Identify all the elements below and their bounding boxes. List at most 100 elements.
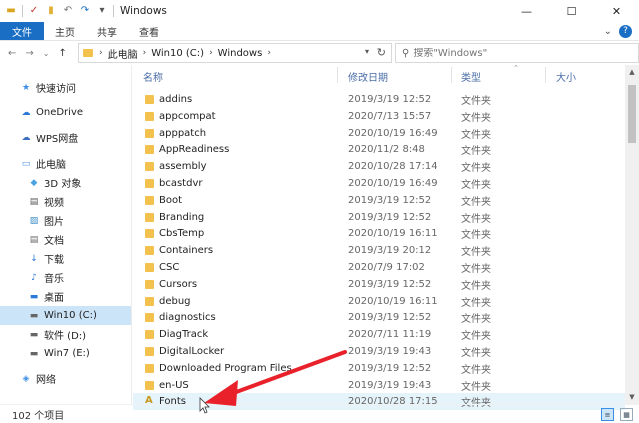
file-row[interactable]: Downloaded Program Files 2019/3/19 12:52 文… (133, 360, 625, 377)
folder-icon (145, 279, 154, 289)
search-box[interactable]: ⚲ (395, 43, 639, 63)
file-row[interactable]: AppReadiness 2020/11/2 8:48 文件夹 (133, 141, 625, 158)
breadcrumb-separator: › (142, 48, 147, 58)
file-name: bcastdvr (159, 178, 203, 189)
sidebar-item-label: 下载 (44, 255, 64, 266)
address-dropdown-icon[interactable]: ▾ (365, 47, 369, 56)
sidebar-item[interactable]: ▨ 图片 (0, 211, 131, 230)
sidebar-item[interactable]: ★ 快速访问 (0, 78, 131, 97)
file-modified-date: 2019/3/19 12:52 (348, 312, 432, 324)
up-button[interactable]: ↑ (58, 48, 66, 59)
folder-icon (145, 212, 154, 222)
file-type: 文件夹 (461, 163, 491, 175)
column-header-size[interactable]: 大小 (556, 69, 576, 84)
file-name: Downloaded Program Files (159, 362, 292, 374)
sidebar-item[interactable]: ▬ Win7 (E:) (0, 344, 131, 363)
file-row[interactable]: bcastdvr 2020/10/19 16:49 文件夹 (133, 175, 625, 192)
dropdown-icon[interactable]: ▾ (96, 5, 108, 17)
sidebar-item[interactable]: ▤ 视频 (0, 192, 131, 211)
breadcrumb-drive-c[interactable]: Win10 (C:) (151, 48, 204, 59)
folder-icon (145, 363, 154, 373)
sidebar-item[interactable]: ▤ 文档 (0, 230, 131, 249)
refresh-button[interactable]: ↻ (377, 46, 386, 59)
recent-locations-button[interactable]: ⌄ (43, 49, 50, 58)
file-name: DigitalLocker (159, 346, 225, 357)
sidebar-item-label: OneDrive (36, 107, 84, 118)
file-row[interactable]: debug 2020/10/19 16:11 文件夹 (133, 293, 625, 310)
file-name: AppReadiness (159, 144, 230, 156)
column-header-name[interactable]: 名称 (143, 69, 163, 84)
file-row[interactable]: appcompat 2020/7/13 15:57 文件夹 (133, 108, 625, 125)
sidebar-item[interactable]: ▭ 此电脑 (0, 154, 131, 173)
breadcrumb-windows[interactable]: Windows (218, 48, 263, 59)
file-row[interactable]: assembly 2020/10/28 17:14 文件夹 (133, 158, 625, 175)
help-icon[interactable]: ? (619, 24, 632, 38)
sidebar-item[interactable]: ♪ 音乐 (0, 268, 131, 287)
file-row[interactable]: DigitalLocker 2019/3/19 19:43 文件夹 (133, 343, 625, 360)
file-row[interactable]: en-US 2019/3/19 19:43 文件夹 (133, 377, 625, 394)
scroll-down-icon[interactable]: ▼ (625, 390, 639, 404)
back-button[interactable]: ← (8, 48, 16, 59)
undo-icon[interactable]: ↶ (62, 5, 74, 17)
item-count: 102 个项目 (12, 410, 65, 422)
sidebar-item[interactable]: ▬ 桌面 (0, 287, 131, 306)
column-divider[interactable] (451, 67, 452, 83)
file-row[interactable]: Cursors 2019/3/19 12:52 文件夹 (133, 276, 625, 293)
file-name: diagnostics (159, 312, 216, 324)
scroll-up-icon[interactable]: ▲ (625, 65, 639, 79)
maximize-button[interactable]: ☐ (549, 0, 594, 22)
file-name: debug (159, 295, 191, 307)
properties-icon[interactable]: ✓ (28, 5, 40, 17)
file-row[interactable]: Branding 2019/3/19 12:52 文件夹 (133, 209, 625, 226)
sidebar-item[interactable]: ☁ OneDrive (0, 103, 131, 122)
sidebar-item[interactable]: ☁ WPS网盘 (0, 128, 131, 147)
new-folder-icon[interactable]: ▮ (45, 5, 57, 17)
file-row[interactable]: Containers 2019/3/19 20:12 文件夹 (133, 242, 625, 259)
address-bar[interactable]: › 此电脑 › Win10 (C:) › Windows › ▾ ↻ (78, 43, 392, 63)
window-controls: — ☐ ✕ (504, 0, 639, 22)
toolbar-divider (113, 5, 114, 17)
details-view-icon[interactable]: ≡ (601, 408, 614, 421)
sidebar-item[interactable]: ◈ 网络 (0, 369, 131, 388)
quick-access-toolbar: ▬ ✓ ▮ ↶ ↷ ▾ (0, 0, 114, 22)
file-modified-date: 2019/3/19 20:12 (348, 245, 432, 257)
column-header-type[interactable]: 类型 (461, 69, 481, 84)
tab-view[interactable]: 查看 (128, 22, 170, 40)
sidebar-item[interactable]: ↓ 下载 (0, 249, 131, 268)
vertical-scrollbar[interactable]: ▲ ▼ (625, 65, 639, 404)
file-row[interactable]: diagnostics 2019/3/19 12:52 文件夹 (133, 309, 625, 326)
file-type: 文件夹 (461, 196, 491, 208)
file-modified-date: 2019/3/19 12:52 (348, 194, 432, 206)
sidebar-item[interactable]: ◆ 3D 对象 (0, 173, 131, 192)
file-row[interactable]: CbsTemp 2020/10/19 16:11 文件夹 (133, 225, 625, 242)
tab-home[interactable]: 主页 (44, 22, 86, 40)
scrollbar-thumb[interactable] (628, 85, 636, 143)
tab-file[interactable]: 文件 (0, 22, 44, 40)
breadcrumb-this-pc[interactable]: 此电脑 (108, 46, 138, 61)
forward-button[interactable]: → (25, 48, 33, 59)
sidebar-item[interactable]: ▬ Win10 (C:) (0, 306, 131, 325)
file-modified-date: 2020/10/19 16:49 (348, 178, 438, 189)
sidebar-item-label: 桌面 (44, 293, 64, 304)
close-button[interactable]: ✕ (594, 0, 639, 22)
file-row[interactable]: addins 2019/3/19 12:52 文件夹 (133, 91, 625, 108)
column-divider[interactable] (337, 67, 338, 83)
computer-icon: ▭ (21, 158, 31, 169)
large-icons-view-icon[interactable]: ▦ (620, 408, 633, 421)
redo-icon[interactable]: ↷ (79, 5, 91, 17)
column-headers: ⌃ 名称 修改日期 类型 大小 (133, 64, 625, 85)
tab-share[interactable]: 共享 (86, 22, 128, 40)
file-row[interactable]: CSC 2020/7/9 17:02 文件夹 (133, 259, 625, 276)
search-input[interactable] (413, 47, 624, 59)
folder-icon[interactable]: ▬ (5, 5, 17, 17)
column-divider[interactable] (545, 67, 546, 83)
file-row[interactable]: Boot 2019/3/19 12:52 文件夹 (133, 192, 625, 209)
minimize-button[interactable]: — (504, 0, 549, 22)
file-row[interactable]: apppatch 2020/10/19 16:49 文件夹 (133, 125, 625, 142)
breadcrumb-separator: › (99, 48, 103, 58)
column-header-modified[interactable]: 修改日期 (348, 69, 388, 84)
file-row[interactable]: DiagTrack 2020/7/11 11:19 文件夹 (133, 326, 625, 343)
expand-ribbon-icon[interactable]: ⌄ (604, 26, 612, 37)
sidebar-item[interactable]: ▬ 软件 (D:) (0, 325, 131, 344)
file-type: 文件夹 (461, 96, 491, 107)
